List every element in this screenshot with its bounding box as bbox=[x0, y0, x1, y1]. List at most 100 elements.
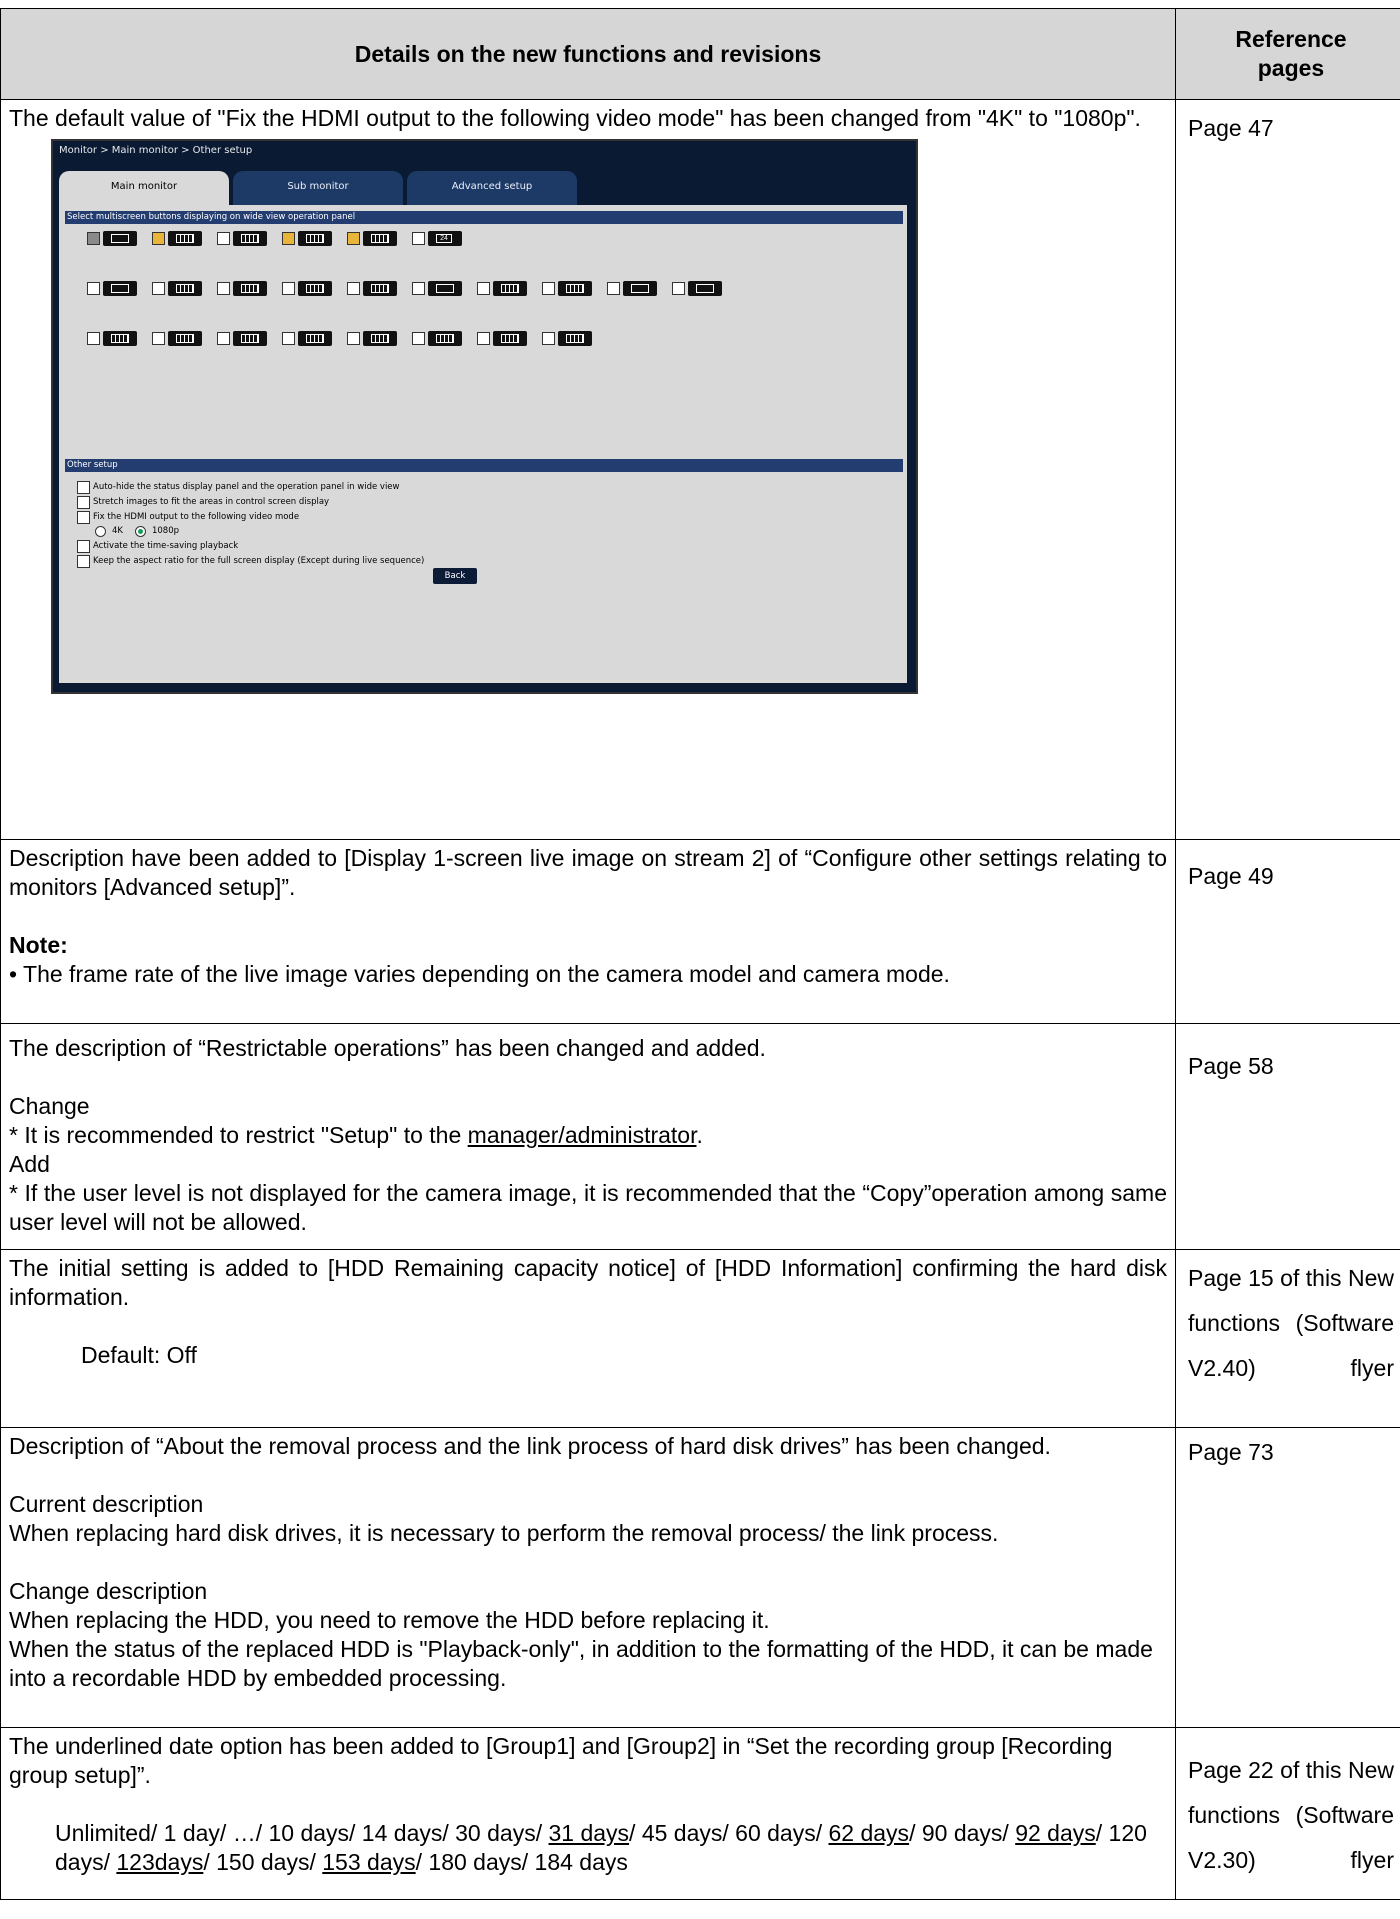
checkbox-checked-icon[interactable] bbox=[347, 232, 360, 245]
row-details: The default value of "Fix the HDMI outpu… bbox=[0, 99, 1176, 840]
multiscreen-option[interactable] bbox=[542, 331, 592, 346]
multiscreen-option[interactable] bbox=[282, 231, 332, 246]
multiscreen-option[interactable] bbox=[672, 281, 722, 296]
change-label: Change bbox=[9, 1093, 90, 1119]
table-row: Description of “About the removal proces… bbox=[0, 1427, 1400, 1728]
quad-screen-icon bbox=[168, 231, 202, 246]
multiscreen-option[interactable] bbox=[347, 231, 397, 246]
split-screen-icon bbox=[623, 281, 657, 296]
multiscreen-option[interactable] bbox=[412, 331, 462, 346]
table-row: Description have been added to [Display … bbox=[0, 839, 1400, 1024]
change-description-label: Change description bbox=[9, 1578, 208, 1604]
checkbox-icon[interactable] bbox=[152, 332, 165, 345]
multi-screen-icon bbox=[363, 231, 397, 246]
change-description-text: When replacing the HDD, you need to remo… bbox=[9, 1607, 770, 1633]
row-text: The default value of "Fix the HDMI outpu… bbox=[9, 105, 1141, 131]
multiscreen-option[interactable] bbox=[87, 231, 137, 246]
multiscreen-option[interactable] bbox=[152, 281, 202, 296]
multi-screen-icon bbox=[233, 281, 267, 296]
multi-screen-icon bbox=[233, 331, 267, 346]
checkbox-icon[interactable] bbox=[672, 282, 685, 295]
checkbox-icon[interactable] bbox=[542, 282, 555, 295]
checkbox-icon[interactable] bbox=[152, 282, 165, 295]
checkbox-icon[interactable] bbox=[412, 332, 425, 345]
back-button[interactable]: Back bbox=[433, 568, 477, 584]
multiscreen-row-1: 24 bbox=[87, 231, 477, 246]
single-screen-icon bbox=[103, 231, 137, 246]
multiscreen-option[interactable] bbox=[282, 331, 332, 346]
multiscreen-option[interactable] bbox=[87, 281, 137, 296]
add-text: * If the user level is not displayed for… bbox=[9, 1180, 1167, 1235]
checkbox-icon[interactable] bbox=[347, 282, 360, 295]
checkbox-icon[interactable] bbox=[607, 282, 620, 295]
row-reference: Page 49 bbox=[1175, 839, 1400, 1024]
multiscreen-option[interactable] bbox=[217, 281, 267, 296]
checkbox-icon[interactable] bbox=[217, 332, 230, 345]
tab-sub-monitor[interactable]: Sub monitor bbox=[233, 171, 403, 205]
checkbox-icon[interactable] bbox=[87, 282, 100, 295]
multiscreen-option[interactable] bbox=[607, 281, 657, 296]
multi-screen-icon bbox=[493, 331, 527, 346]
current-description-text: When replacing hard disk drives, it is n… bbox=[9, 1520, 999, 1546]
multi-screen-icon bbox=[298, 281, 332, 296]
multi-screen-icon bbox=[558, 281, 592, 296]
multiscreen-option[interactable] bbox=[152, 331, 202, 346]
multiscreen-option[interactable] bbox=[152, 231, 202, 246]
tab-main-monitor[interactable]: Main monitor bbox=[59, 171, 229, 205]
multi-screen-icon bbox=[298, 231, 332, 246]
settings-panel: Select multiscreen buttons displaying on… bbox=[59, 205, 907, 683]
multiscreen-option[interactable] bbox=[412, 281, 462, 296]
split-screen-icon bbox=[688, 281, 722, 296]
breadcrumb: Monitor > Main monitor > Other setup bbox=[59, 145, 253, 156]
row-details: The initial setting is added to [HDD Rem… bbox=[0, 1249, 1176, 1428]
current-description-label: Current description bbox=[9, 1491, 204, 1517]
multi-screen-icon bbox=[428, 331, 462, 346]
table-row: The initial setting is added to [HDD Rem… bbox=[0, 1249, 1400, 1428]
checkbox-icon[interactable] bbox=[77, 555, 90, 568]
checkbox-checked-icon[interactable] bbox=[152, 232, 165, 245]
checkbox-icon[interactable] bbox=[477, 282, 490, 295]
table-header-row: Details on the new functions and revisio… bbox=[0, 8, 1400, 100]
checkbox-icon[interactable] bbox=[282, 332, 295, 345]
row-reference: Page 58 bbox=[1175, 1023, 1400, 1250]
row-text: The initial setting is added to [HDD Rem… bbox=[9, 1255, 1167, 1310]
checkbox-icon[interactable] bbox=[87, 332, 100, 345]
checkbox-icon[interactable] bbox=[477, 332, 490, 345]
multiscreen-option[interactable] bbox=[347, 331, 397, 346]
checkbox-icon[interactable] bbox=[282, 282, 295, 295]
multi-screen-icon bbox=[168, 331, 202, 346]
multiscreen-row-2 bbox=[87, 281, 737, 296]
checkbox-icon[interactable] bbox=[217, 232, 230, 245]
multiscreen-option[interactable] bbox=[347, 281, 397, 296]
option-keep-aspect-ratio[interactable]: Keep the aspect ratio for the full scree… bbox=[77, 547, 424, 576]
checkbox-icon[interactable] bbox=[217, 282, 230, 295]
table-row: The underlined date option has been adde… bbox=[0, 1727, 1400, 1900]
checkbox-checked-icon[interactable] bbox=[282, 232, 295, 245]
checkbox-icon[interactable] bbox=[412, 282, 425, 295]
multiscreen-option[interactable] bbox=[477, 281, 527, 296]
checkbox-icon[interactable] bbox=[412, 232, 425, 245]
tab-advanced-setup[interactable]: Advanced setup bbox=[407, 171, 577, 205]
option-label: Keep the aspect ratio for the full scree… bbox=[93, 556, 425, 566]
table-row: The description of “Restrictable operati… bbox=[0, 1023, 1400, 1250]
default-value: Default: Off bbox=[81, 1342, 197, 1368]
row-details: The description of “Restrictable operati… bbox=[0, 1023, 1176, 1250]
checkbox-icon[interactable] bbox=[87, 232, 100, 245]
row-text: Description have been added to [Display … bbox=[9, 845, 1167, 900]
multiscreen-option[interactable]: 24 bbox=[412, 231, 462, 246]
multiscreen-option[interactable] bbox=[217, 231, 267, 246]
row-details: Description of “About the removal proces… bbox=[0, 1427, 1176, 1728]
checkbox-icon[interactable] bbox=[77, 511, 90, 524]
row-reference: Page 15 of this New functions (Software … bbox=[1175, 1249, 1400, 1428]
multiscreen-option[interactable] bbox=[282, 281, 332, 296]
checkbox-icon[interactable] bbox=[542, 332, 555, 345]
split-screen-icon bbox=[428, 281, 462, 296]
multiscreen-option[interactable] bbox=[217, 331, 267, 346]
checkbox-icon[interactable] bbox=[347, 332, 360, 345]
multiscreen-option[interactable] bbox=[542, 281, 592, 296]
row-text: The description of “Restrictable operati… bbox=[9, 1035, 766, 1061]
change-text: * It is recommended to restrict "Setup" … bbox=[9, 1122, 703, 1148]
row-reference: Page 22 of this New functions (Software … bbox=[1175, 1727, 1400, 1900]
multiscreen-option[interactable] bbox=[477, 331, 527, 346]
multiscreen-option[interactable] bbox=[87, 331, 137, 346]
